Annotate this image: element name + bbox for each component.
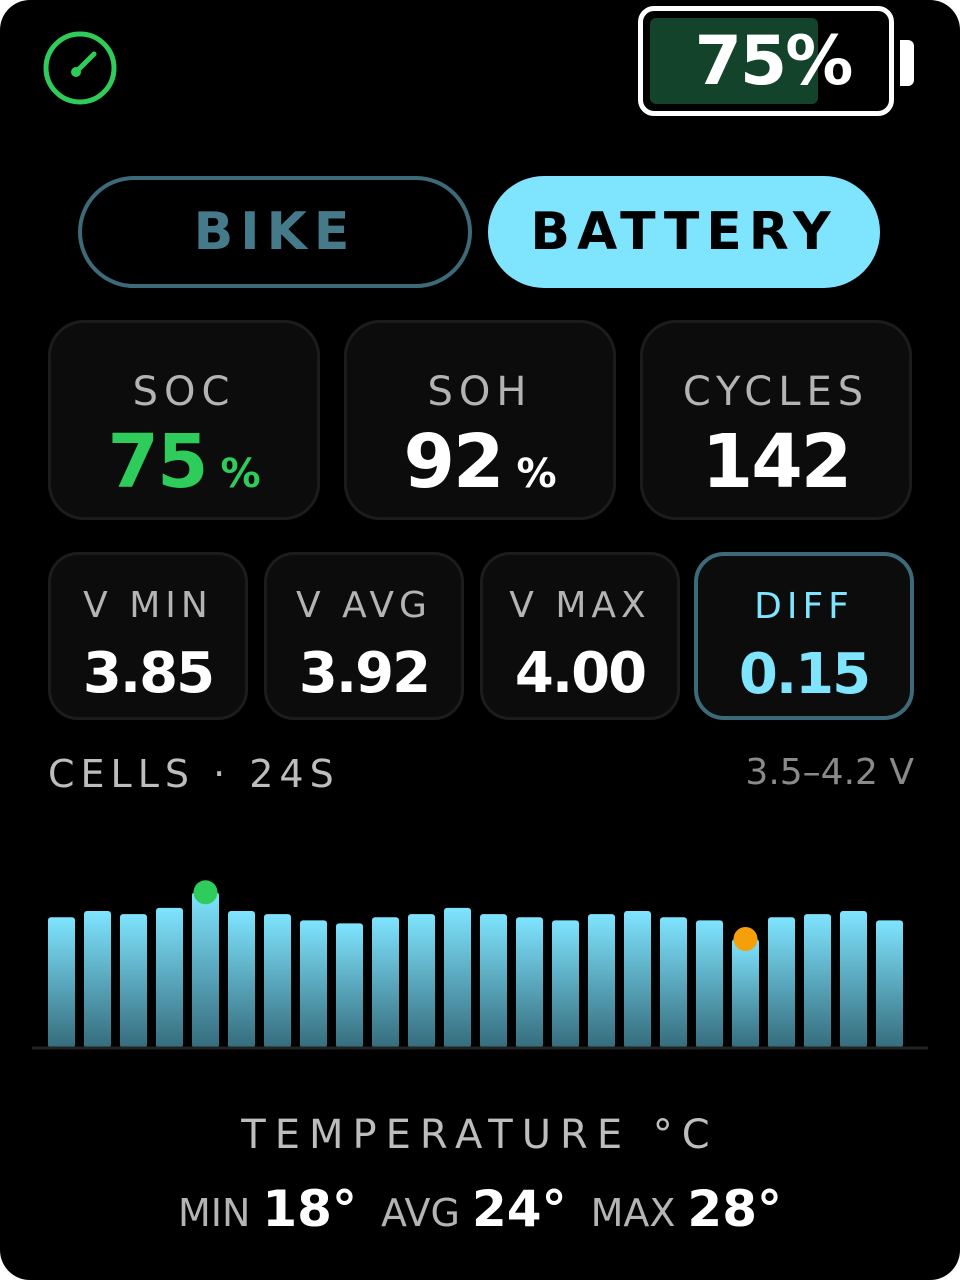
vmin-label: V MIN: [83, 585, 213, 626]
cycles-label: CYCLES: [682, 369, 870, 415]
cell-bar-18: [660, 917, 687, 1048]
temp-max-label: MAX: [590, 1191, 676, 1235]
soc-card: SOC 75 %: [48, 320, 320, 520]
cell-voltage-chart: [32, 880, 928, 1050]
cell-bar-22: [804, 914, 831, 1048]
soh-unit: %: [516, 451, 557, 497]
cell-bar-23: [840, 910, 867, 1048]
cell-bar-24: [876, 920, 903, 1048]
cell-bar-6: [228, 910, 255, 1048]
tab-battery[interactable]: BATTERY: [488, 176, 880, 288]
vmin-value: 3.85: [82, 641, 215, 706]
cell-bar-16: [588, 914, 615, 1048]
temp-avg-label: AVG: [380, 1191, 460, 1235]
soc-value: 75: [107, 419, 208, 505]
battery-indicator: 75%: [638, 6, 894, 116]
soh-value: 92: [403, 419, 504, 505]
cell-bar-7: [264, 914, 291, 1048]
diff-label: DIFF: [754, 586, 854, 627]
vmax-value: 4.00: [514, 641, 647, 706]
max-cell-marker: [193, 880, 218, 905]
cell-bar-13: [480, 914, 507, 1048]
cell-bar-1: [48, 917, 75, 1048]
soc-label: SOC: [132, 369, 236, 415]
temp-min-label: MIN: [177, 1191, 251, 1235]
cell-bar-8: [300, 920, 327, 1048]
cell-bar-2: [84, 910, 111, 1048]
cycles-card: CYCLES 142: [640, 320, 912, 520]
vmax-card: V MAX 4.00: [480, 552, 680, 720]
cell-bar-15: [552, 920, 579, 1048]
cell-bar-5: [192, 892, 219, 1048]
cell-bar-4: [156, 907, 183, 1048]
cells-range: 3.5–4.2 V: [745, 752, 914, 793]
diff-card[interactable]: DIFF 0.15: [694, 552, 914, 720]
cell-bar-19: [696, 920, 723, 1048]
cell-bar-12: [444, 907, 471, 1048]
vavg-card: V AVG 3.92: [264, 552, 464, 720]
diff-value: 0.15: [738, 642, 871, 707]
vavg-value: 3.92: [298, 641, 431, 706]
soh-card: SOH 92 %: [344, 320, 616, 520]
cell-bar-10: [372, 917, 399, 1048]
cell-bar-21: [768, 917, 795, 1048]
cell-bar-11: [408, 914, 435, 1048]
cell-bar-17: [624, 910, 651, 1048]
cycles-value: 142: [701, 419, 852, 505]
battery-tip: [900, 40, 914, 86]
cell-bar-3: [120, 914, 147, 1048]
min-cell-marker: [733, 927, 758, 951]
battery-percent: 75%: [694, 21, 854, 101]
tab-bike[interactable]: BIKE: [78, 176, 472, 288]
temperature-row: MIN 18° AVG 24° MAX 28°: [0, 1180, 960, 1238]
soc-unit: %: [220, 451, 261, 497]
cell-bar-20: [732, 939, 759, 1048]
vmin-card: V MIN 3.85: [48, 552, 248, 720]
battery-screen: 75% BIKE BATTERY SOC 75 % SOH 92 % CYCLE…: [0, 0, 960, 1280]
temperature-title: TEMPERATURE °C: [241, 1112, 719, 1158]
temp-min-value: 18°: [262, 1180, 357, 1238]
cell-bar-9: [336, 923, 363, 1048]
vavg-label: V AVG: [296, 585, 432, 626]
vmax-label: V MAX: [509, 585, 651, 626]
speedometer-icon[interactable]: [42, 30, 118, 106]
cells-title: CELLS · 24S: [48, 752, 340, 796]
temp-max-value: 28°: [687, 1180, 783, 1238]
soh-label: SOH: [427, 369, 533, 415]
cell-bar-14: [516, 917, 543, 1048]
temp-avg-value: 24°: [472, 1180, 567, 1238]
